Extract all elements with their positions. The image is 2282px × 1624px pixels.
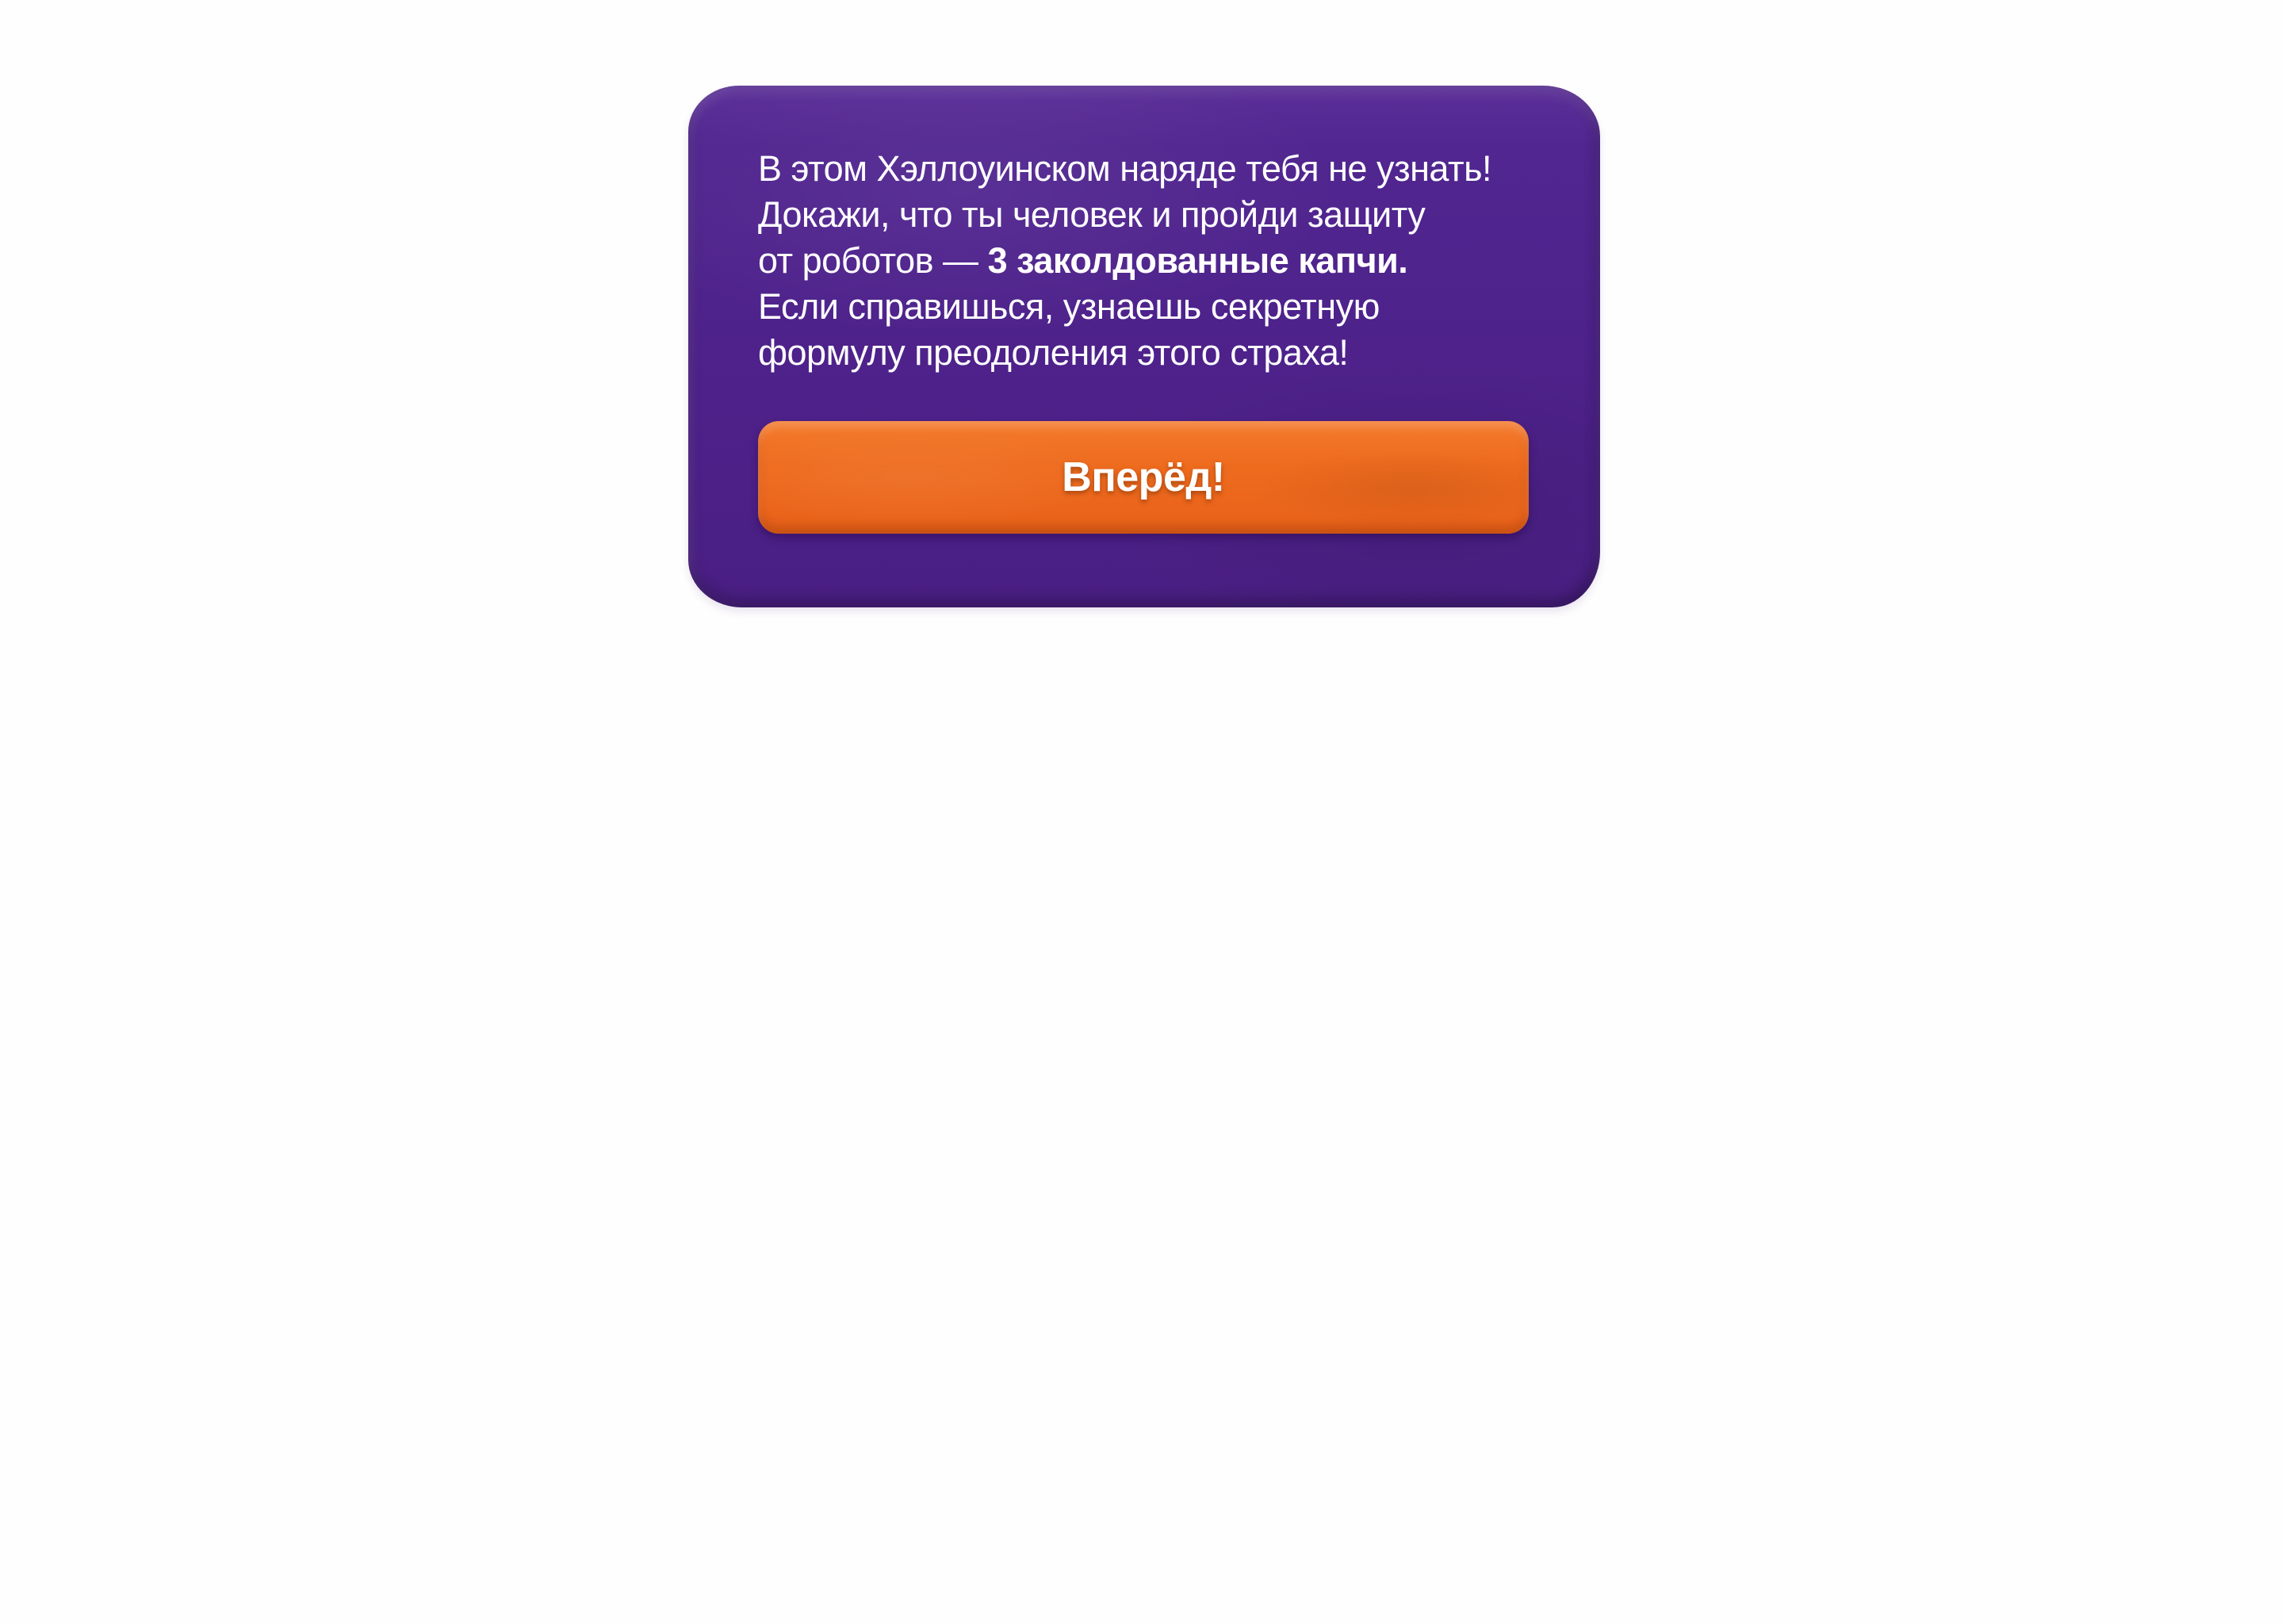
message-line-5: формулу преодоления этого страха! xyxy=(758,332,1349,373)
captcha-intro-card: В этом Хэллоуинском наряде тебя не узнат… xyxy=(688,86,1600,607)
captcha-count-highlight: 3 заколдованные капчи. xyxy=(987,240,1408,281)
message-line-3-text: от роботов — xyxy=(758,240,988,281)
intro-message: В этом Хэллоуинском наряде тебя не узнат… xyxy=(758,146,1530,376)
page: В этом Хэллоуинском наряде тебя не узнат… xyxy=(0,0,2282,1624)
message-line-3: от роботов — 3 заколдованные капчи. xyxy=(758,238,1530,284)
message-line-1: В этом Хэллоуинском наряде тебя не узнат… xyxy=(758,148,1492,189)
forward-button-label: Вперёд! xyxy=(1062,454,1225,500)
message-line-4: Если справишься, узнаешь секретную xyxy=(758,286,1380,327)
message-line-2: Докажи, что ты человек и пройди защиту xyxy=(758,194,1426,235)
forward-button[interactable]: Вперёд! xyxy=(758,421,1529,534)
